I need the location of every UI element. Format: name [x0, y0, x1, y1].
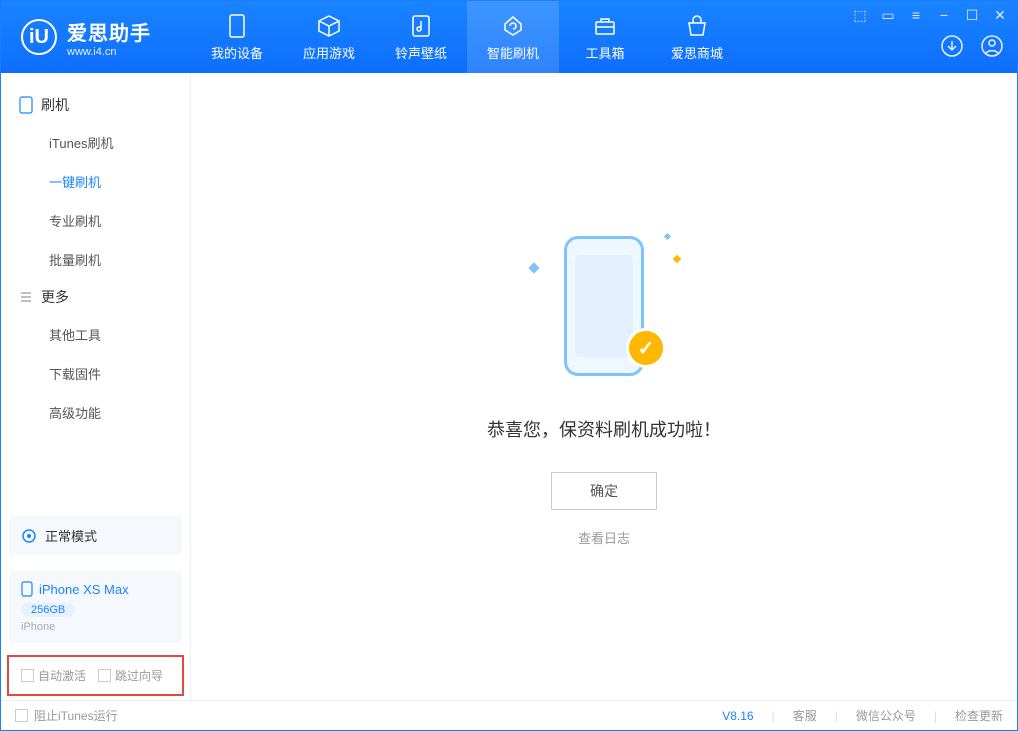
options-row: 自动激活 跳过向导 [7, 655, 184, 696]
win-theme-icon[interactable]: ⬚ [851, 7, 869, 24]
checkbox-skip-guide[interactable]: 跳过向导 [98, 667, 163, 684]
nav-label: 爱思商城 [671, 43, 723, 62]
app-window: ⬚ ▭ ≡ − ☐ ✕ iU 爱思助手 www.i4.cn 我的设备 应用游戏 [0, 0, 1018, 731]
sidebar: 刷机 iTunes刷机 一键刷机 专业刷机 批量刷机 更多 其他工具 下载固件 … [1, 73, 191, 700]
nav-label: 铃声壁纸 [395, 43, 447, 62]
win-menu-icon[interactable]: ≡ [907, 7, 925, 24]
nav-apps[interactable]: 应用游戏 [283, 1, 375, 73]
mode-icon [21, 528, 37, 544]
music-icon [408, 13, 434, 39]
sidebar-item-oneclick-flash[interactable]: 一键刷机 [1, 162, 190, 201]
sparkle-icon [528, 262, 539, 273]
phone-icon [19, 96, 33, 114]
section-title: 更多 [41, 287, 69, 307]
sidebar-item-itunes-flash[interactable]: iTunes刷机 [1, 123, 190, 162]
sidebar-item-download-firmware[interactable]: 下载固件 [1, 354, 190, 393]
nav-label: 工具箱 [585, 43, 624, 62]
version-label: V8.16 [722, 709, 753, 723]
nav-label: 智能刷机 [487, 43, 539, 62]
check-badge-icon: ✓ [626, 328, 666, 368]
header: ⬚ ▭ ≡ − ☐ ✕ iU 爱思助手 www.i4.cn 我的设备 应用游戏 [1, 1, 1017, 73]
store-icon [684, 13, 710, 39]
checkbox-auto-activate[interactable]: 自动激活 [21, 667, 86, 684]
nav-ringtones[interactable]: 铃声壁纸 [375, 1, 467, 73]
header-right [939, 33, 1005, 59]
checkbox-icon [15, 709, 28, 722]
nav-label: 应用游戏 [303, 43, 355, 62]
footer-link-support[interactable]: 客服 [793, 707, 817, 724]
section-title: 刷机 [41, 95, 69, 115]
refresh-icon [500, 13, 526, 39]
ok-button[interactable]: 确定 [551, 472, 657, 510]
nav-my-device[interactable]: 我的设备 [191, 1, 283, 73]
device-type: iPhone [21, 621, 170, 633]
win-feedback-icon[interactable]: ▭ [879, 7, 897, 24]
body: 刷机 iTunes刷机 一键刷机 专业刷机 批量刷机 更多 其他工具 下载固件 … [1, 73, 1017, 700]
footer: 阻止iTunes运行 V8.16 | 客服 | 微信公众号 | 检查更新 [1, 700, 1017, 730]
app-subtitle: www.i4.cn [67, 46, 151, 58]
footer-link-wechat[interactable]: 微信公众号 [856, 707, 916, 724]
logo-icon: iU [21, 19, 57, 55]
phone-screen [575, 255, 633, 357]
phone-small-icon [21, 581, 33, 597]
nav-toolbox[interactable]: 工具箱 [559, 1, 651, 73]
device-storage: 256GB [21, 603, 75, 617]
cube-icon [316, 13, 342, 39]
checkbox-label: 跳过向导 [115, 667, 163, 684]
footer-link-update[interactable]: 检查更新 [955, 707, 1003, 724]
checkbox-icon [98, 669, 111, 682]
sidebar-item-batch-flash[interactable]: 批量刷机 [1, 240, 190, 279]
win-minimize-icon[interactable]: − [935, 7, 953, 24]
toolbox-icon [592, 13, 618, 39]
win-close-icon[interactable]: ✕ [991, 7, 1009, 24]
device-mode-box[interactable]: 正常模式 [9, 516, 182, 555]
sidebar-item-advanced[interactable]: 高级功能 [1, 393, 190, 432]
view-log-link[interactable]: 查看日志 [578, 528, 630, 547]
sidebar-item-pro-flash[interactable]: 专业刷机 [1, 201, 190, 240]
download-icon[interactable] [939, 33, 965, 59]
sidebar-section-more: 更多 [1, 279, 190, 315]
logo: iU 爱思助手 www.i4.cn [1, 17, 171, 58]
nav-label: 我的设备 [211, 43, 263, 62]
success-message: 恭喜您，保资料刷机成功啦！ [487, 416, 721, 442]
device-icon [224, 13, 250, 39]
window-controls: ⬚ ▭ ≡ − ☐ ✕ [851, 7, 1009, 24]
sparkle-icon [673, 255, 681, 263]
nav-flash[interactable]: 智能刷机 [467, 1, 559, 73]
footer-block-itunes[interactable]: 阻止iTunes运行 [15, 707, 118, 724]
sidebar-section-flash: 刷机 [1, 87, 190, 123]
win-maximize-icon[interactable]: ☐ [963, 7, 981, 24]
mode-label: 正常模式 [45, 526, 97, 545]
list-icon [19, 290, 33, 304]
device-name-label: iPhone XS Max [39, 582, 129, 597]
nav-store[interactable]: 爱思商城 [651, 1, 743, 73]
checkbox-icon [21, 669, 34, 682]
app-title: 爱思助手 [67, 17, 151, 46]
nav-tabs: 我的设备 应用游戏 铃声壁纸 智能刷机 工具箱 爱思商城 [191, 1, 743, 73]
user-icon[interactable] [979, 33, 1005, 59]
checkbox-label: 自动激活 [38, 667, 86, 684]
device-info-box[interactable]: iPhone XS Max 256GB iPhone [9, 571, 182, 643]
success-illustration: ✓ [524, 226, 684, 386]
footer-checkbox-label: 阻止iTunes运行 [34, 707, 118, 724]
footer-right: V8.16 | 客服 | 微信公众号 | 检查更新 [722, 707, 1003, 724]
sidebar-item-other-tools[interactable]: 其他工具 [1, 315, 190, 354]
sparkle-icon [664, 233, 671, 240]
main-content: ✓ 恭喜您，保资料刷机成功啦！ 确定 查看日志 [191, 73, 1017, 700]
